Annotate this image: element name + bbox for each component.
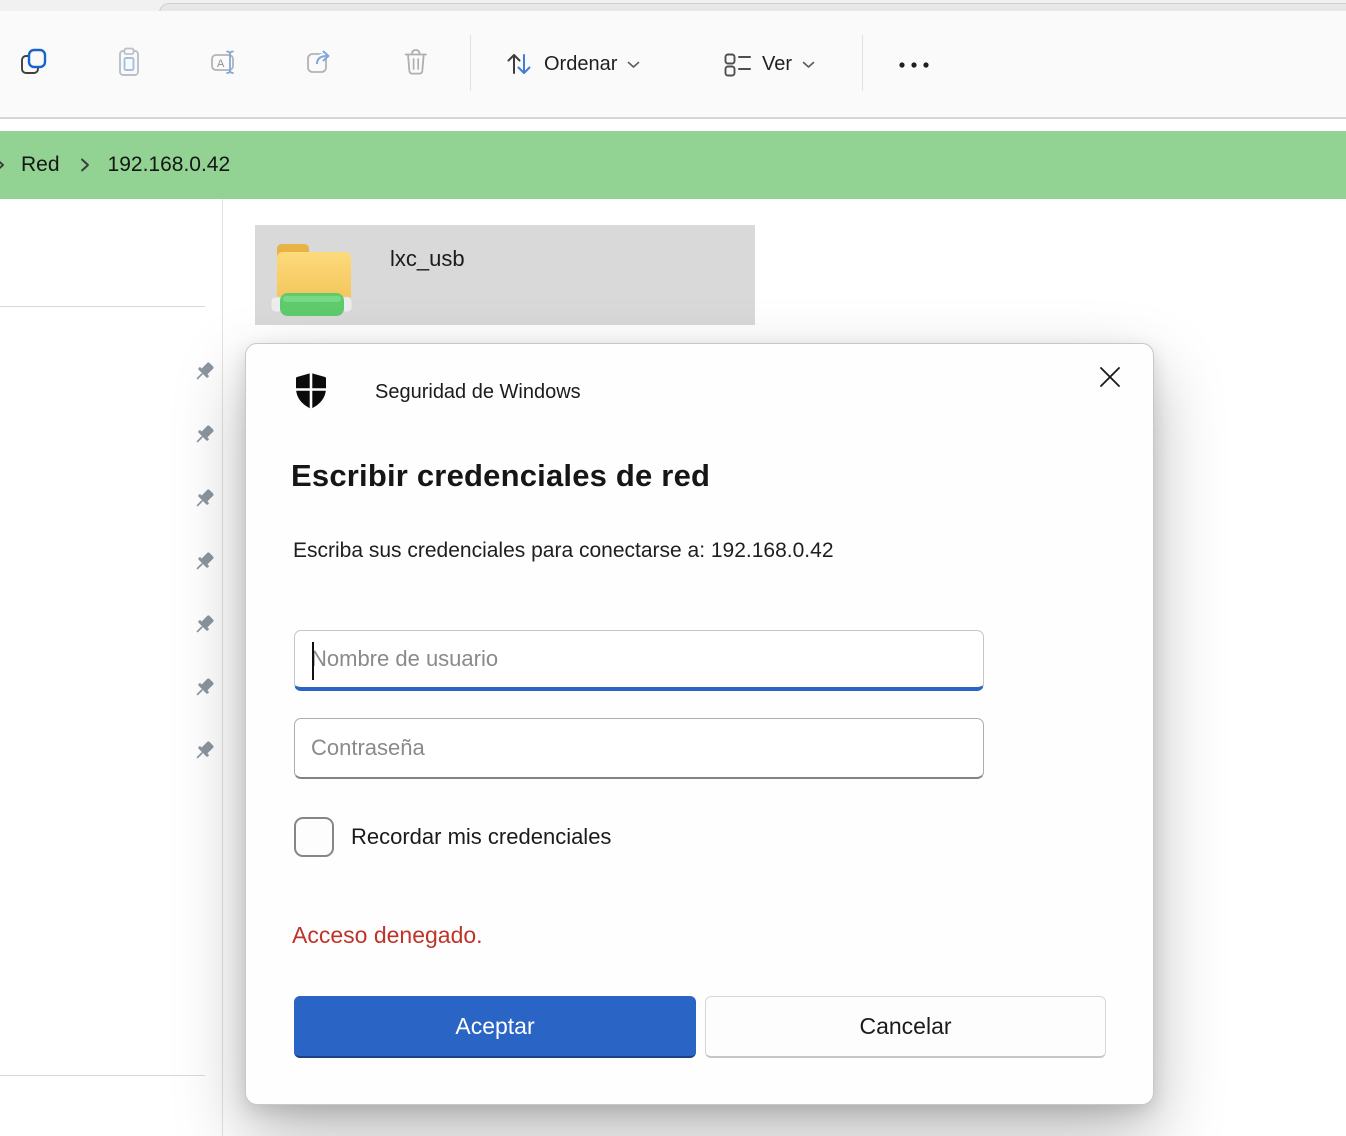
username-input[interactable] [295, 631, 983, 687]
accept-button[interactable]: Aceptar [294, 996, 696, 1058]
pin-icon [191, 738, 217, 764]
remember-checkbox-label: Recordar mis credenciales [351, 824, 611, 850]
breadcrumb-chevron-icon [0, 157, 7, 173]
ellipsis-icon [894, 59, 934, 71]
dialog-app-title: Seguridad de Windows [375, 381, 581, 404]
view-label: Ver [762, 53, 792, 76]
network-folder-icon [270, 235, 354, 326]
pin-icon [191, 612, 217, 638]
remember-credentials-row[interactable]: Recordar mis credenciales [294, 817, 611, 857]
pin-icon [191, 422, 217, 448]
rename-icon: A [209, 46, 241, 83]
chevron-down-icon [802, 59, 815, 70]
rename-button[interactable]: A [201, 40, 249, 88]
cancel-button[interactable]: Cancelar [705, 996, 1106, 1058]
windows-security-shield-icon [293, 371, 329, 416]
toolbar-separator [862, 35, 863, 91]
sort-icon [504, 49, 534, 79]
pin-icon [191, 359, 217, 385]
share-button[interactable] [296, 40, 344, 88]
sort-button[interactable]: Ordenar [494, 40, 650, 88]
file-item-lxc-usb[interactable]: lxc_usb [255, 225, 755, 325]
view-button[interactable]: Ver [712, 40, 825, 88]
delete-button[interactable] [392, 40, 440, 88]
sort-label: Ordenar [544, 53, 617, 76]
breadcrumb-chevron-icon [78, 157, 92, 173]
paste-button[interactable] [105, 40, 153, 88]
breadcrumb-item-red[interactable]: Red [21, 153, 60, 177]
copy-button[interactable] [10, 40, 58, 88]
view-icon [722, 49, 752, 79]
pin-icon [191, 549, 217, 575]
more-options-button[interactable] [884, 51, 944, 79]
windows-security-dialog: Seguridad de Windows Escribir credencial… [245, 343, 1154, 1105]
pin-icon [191, 675, 217, 701]
breadcrumb-item-host[interactable]: 192.168.0.42 [108, 153, 231, 177]
cancel-button-label: Cancelar [859, 1013, 951, 1040]
sidebar-divider [0, 306, 205, 307]
dialog-title: Escribir credenciales de red [291, 458, 710, 494]
svg-text:A: A [217, 58, 225, 70]
password-field [294, 718, 984, 779]
password-input[interactable] [295, 719, 983, 777]
access-denied-error: Acceso denegado. [292, 922, 483, 949]
dialog-subtitle: Escriba sus credenciales para conectarse… [293, 539, 834, 563]
close-icon [1098, 365, 1122, 389]
pin-icon [191, 486, 217, 512]
paste-icon [113, 46, 145, 83]
accept-button-label: Aceptar [455, 1013, 534, 1040]
toolbar: A [0, 11, 1346, 119]
username-field [294, 630, 984, 691]
sidebar-divider [0, 1075, 205, 1076]
tab-strip [0, 0, 1346, 11]
share-icon [304, 46, 336, 83]
text-caret [312, 642, 314, 680]
navigation-pane [0, 199, 223, 1136]
file-item-label: lxc_usb [390, 246, 465, 272]
file-explorer-window: A [0, 0, 1346, 1136]
trash-icon [400, 46, 432, 83]
close-button[interactable] [1089, 356, 1131, 398]
toolbar-separator [470, 35, 471, 91]
copy-icon [18, 46, 50, 83]
remember-checkbox[interactable] [294, 817, 334, 857]
address-bar[interactable]: Red 192.168.0.42 [0, 131, 1346, 199]
chevron-down-icon [627, 59, 640, 70]
